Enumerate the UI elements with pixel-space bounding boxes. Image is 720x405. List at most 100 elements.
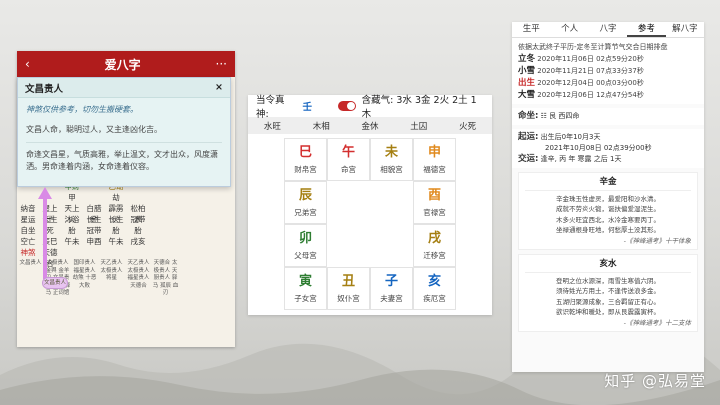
palace-label: 官禄宫 <box>423 208 446 217</box>
poem-line: 坐禄通根身旺地，何愁厚土没其形。 <box>556 226 660 234</box>
hidden-qi-label: 含藏气: 3水 3金 2火 2土 1木 <box>361 95 477 120</box>
palace-cell[interactable]: 卯父母宫 <box>284 224 327 267</box>
phase-item: 金休 <box>361 121 379 132</box>
phase-item: 木相 <box>312 121 330 132</box>
poem-line: 木多火旺宜西北，水冷金寒要丙丁。 <box>556 215 660 224</box>
palace-label: 父母宫 <box>294 251 317 260</box>
true-god-label: 当令真神: <box>256 95 285 120</box>
palace-label: 相貌宫 <box>380 165 403 174</box>
tab-bazi[interactable]: 八字 <box>589 22 627 37</box>
hidden-qi-toggle[interactable] <box>337 101 356 111</box>
palace-branch: 午 <box>341 145 355 160</box>
palace-branch: 戌 <box>427 231 441 246</box>
mingzuo-block: 命坐: ☷ 艮 西四命 <box>512 108 704 125</box>
tab-shengping[interactable]: 生平 <box>512 22 550 37</box>
palace-branch: 寅 <box>298 274 312 289</box>
wenchang-badge[interactable]: 文昌贵人 <box>42 277 68 289</box>
popup-header: 文昌贵人 × <box>18 78 230 98</box>
popup-hint: 神煞仅供参考，切勿生搬硬套。 <box>26 105 138 114</box>
mingzuo-value: ☷ 艮 西四命 <box>540 112 580 120</box>
watermark: 知乎 @弘易堂 <box>604 372 706 390</box>
jiaoyun-value: 逢辛, 丙 年 寒露 之后 1天 <box>540 155 622 163</box>
palace-cell[interactable]: 戌迁移宫 <box>413 224 456 267</box>
qiyun-date: 2021年10月08日 02点39分00秒 <box>545 144 652 152</box>
term-row: 出生 2020年12月04日 00点03分00秒 <box>518 78 644 88</box>
palace-cell[interactable]: 午命宫 <box>327 138 370 181</box>
poem-source: -《神峰通考》十干体象 <box>623 236 691 245</box>
palace-cell[interactable]: 丑奴仆宫 <box>327 267 370 310</box>
palace-branch: 丑 <box>341 274 355 289</box>
popup-title: 文昌贵人 <box>25 83 64 95</box>
poem-title: 亥水 <box>525 259 691 273</box>
palace-branch: 亥 <box>427 274 441 289</box>
mingzuo-label: 命坐: <box>518 111 539 121</box>
palace-label: 迁移宫 <box>423 251 446 260</box>
palace-branch: 酉 <box>427 188 441 203</box>
palace-label: 财帛宫 <box>294 165 317 174</box>
intro-text: 依据太武终子平历-定冬至计算节气交合日期排盘 <box>518 43 668 51</box>
palace-cell[interactable]: 寅子女宫 <box>284 267 327 310</box>
qiyun-block: 起运: 出生后0年10月3天 2021年10月08日 02点39分00秒 交运:… <box>512 129 704 168</box>
tab-geren[interactable]: 个人 <box>550 22 588 37</box>
chart-header: 当令真神: 壬 含藏气: 3水 3金 2火 2土 1木 <box>248 95 492 120</box>
palace-cell[interactable]: 未相貌宫 <box>370 138 413 181</box>
palace-label: 命宫 <box>341 165 356 174</box>
close-icon[interactable]: × <box>215 82 223 93</box>
palace-branch: 卯 <box>298 231 312 246</box>
true-god-value: 壬 <box>302 102 312 113</box>
back-icon[interactable]: ‹ <box>25 57 30 71</box>
poem-line: 登明之位水源深，雨雪生寒值六阴。 <box>556 276 660 285</box>
palace-label: 奴仆宫 <box>337 294 360 303</box>
term-row: 立冬 2020年11月06日 02点59分20秒 <box>518 54 644 64</box>
arrow-icon <box>38 187 52 279</box>
qiyun-value: 出生后0年10月3天 <box>540 133 601 141</box>
popup-line: 文昌人命，聪明过人，又主逢凶化吉。 <box>26 125 162 134</box>
tab-jiebazi[interactable]: 解八字 <box>666 22 704 37</box>
palace-branch: 子 <box>384 274 398 289</box>
divider <box>26 142 222 143</box>
more-icon[interactable]: ··· <box>216 57 227 71</box>
poem-line: 辛金珠玉性虚灵，最爱阳和沙水清。 <box>556 194 660 203</box>
poem-card: 辛金 辛金珠玉性虚灵，最爱阳和沙水清。 成就不劳炎火锻，诞扶偏爱湿泥生。 木多火… <box>518 172 698 250</box>
palace-cell[interactable]: 亥疾厄宫 <box>413 267 456 310</box>
palace-label: 子女宫 <box>294 294 317 303</box>
poem-line: 欲识乾坤和暖处，即从艮震露寅杯。 <box>556 308 660 316</box>
palace-branch: 未 <box>384 145 398 160</box>
tab-cankao[interactable]: 参考 <box>627 22 666 37</box>
palace-label: 兄弟宫 <box>294 208 317 217</box>
palace-grid: 巳财帛宫午命宫未相貌宫申福德宫辰兄弟宫酉官禄宫卯父母宫戌迁移宫寅子女宫丑奴仆宫子… <box>284 138 456 310</box>
popup-body: 神煞仅供参考，切勿生搬硬套。 文昌人命，聪明过人，又主逢凶化吉。 命逢文昌星，气… <box>18 98 230 179</box>
app-title: 爱八字 <box>104 57 141 72</box>
palace-chart-panel: 当令真神: 壬 含藏气: 3水 3金 2火 2土 1木 水旺 木相 金休 土囚 … <box>248 95 492 315</box>
solar-terms-block: 依据太武终子平历-定冬至计算节气交合日期排盘 立冬 2020年11月06日 02… <box>512 38 704 104</box>
term-row: 小雪 2020年11月21日 07点33分37秒 <box>518 66 644 76</box>
palace-cell[interactable]: 巳财帛宫 <box>284 138 327 181</box>
palace-cell[interactable]: 酉官禄宫 <box>413 181 456 224</box>
five-phase-bar: 水旺 木相 金休 土囚 火死 <box>248 117 492 134</box>
palace-cell[interactable]: 申福德宫 <box>413 138 456 181</box>
poem-line: 成就不劳炎火锻，诞扶偏爱湿泥生。 <box>556 205 660 213</box>
poem-line: 须待甡光方用土，不逢传送浪多金。 <box>556 287 660 295</box>
palace-branch: 辰 <box>298 188 312 203</box>
phase-item: 火死 <box>459 121 477 132</box>
jiaoyun-label: 交运: <box>518 154 539 164</box>
list-item: 天乙贵人 太极贵人 福星贵人 天德合 <box>127 260 150 289</box>
palace-label: 福德宫 <box>423 165 446 174</box>
popup-line: 命逢文昌星，气质高雅，举止温文，文才出众，风度潇洒。男命逢着内涵，女命逢着仪容。 <box>26 150 218 171</box>
palace-branch: 申 <box>427 145 441 160</box>
poem-line: 五湖归聚源成象，三合羁留正有心。 <box>556 297 660 306</box>
palace-cell[interactable]: 辰兄弟宫 <box>284 181 327 224</box>
palace-label: 夫妻宫 <box>380 294 403 303</box>
palace-branch: 巳 <box>298 145 312 160</box>
poem-card: 亥水 登明之位水源深，雨雪生寒值六阴。 须待甡光方用土，不逢传送浪多金。 五湖归… <box>518 254 698 332</box>
phase-item: 土囚 <box>410 121 428 132</box>
poem-title: 辛金 <box>525 177 691 191</box>
wenchang-popup: 文昌贵人 × 神煞仅供参考，切勿生搬硬套。 文昌人命，聪明过人，又主逢凶化吉。 … <box>17 77 231 187</box>
phase-item: 水旺 <box>263 121 281 132</box>
tab-bar: 生平 个人 八字 参考 解八字 <box>512 22 704 38</box>
palace-cell[interactable]: 子夫妻宫 <box>370 267 413 310</box>
list-item: 天乙贵人 太极贵人 将星 <box>100 260 123 281</box>
list-item: 天德合 太极贵人 天厨贵人 驿马 孤辰 血刃 <box>152 260 179 296</box>
list-item: 国印贵人 福星贵人 劫煞 十恶大败 <box>72 260 97 289</box>
reference-panel: 生平 个人 八字 参考 解八字 依据太武终子平历-定冬至计算节气交合日期排盘 立… <box>512 22 704 372</box>
